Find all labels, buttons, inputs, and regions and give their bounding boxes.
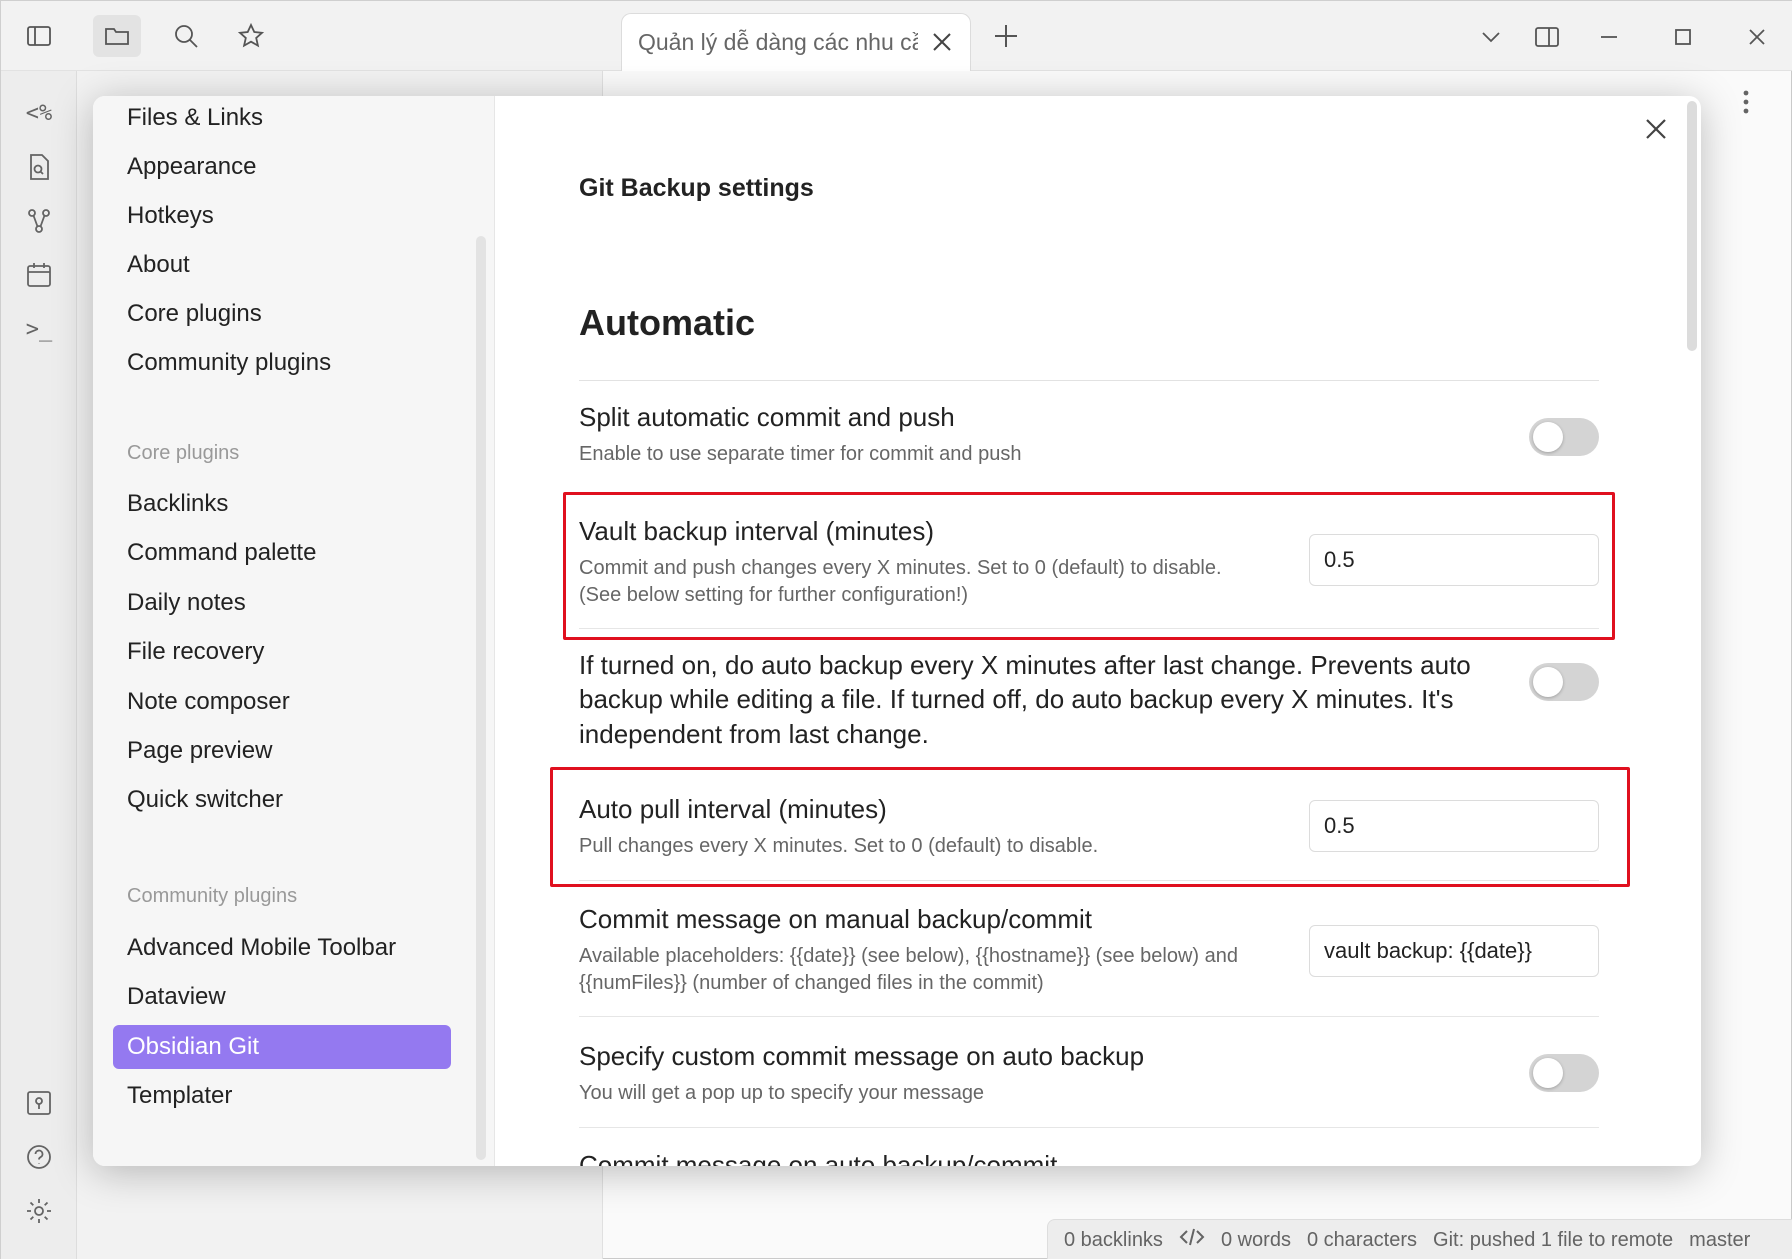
sidebar-scrollbar[interactable] (476, 236, 486, 1160)
close-modal-icon[interactable] (1641, 114, 1675, 148)
setting-commit-message-auto: Commit message on auto backup/commit (579, 1150, 1599, 1166)
sidebar-item-note-composer[interactable]: Note composer (113, 680, 451, 724)
new-tab-icon[interactable] (989, 19, 1023, 53)
close-tab-icon[interactable] (928, 28, 956, 56)
settings-scrollbar[interactable] (1687, 101, 1697, 351)
star-icon[interactable] (227, 15, 275, 57)
toggle-right-sidebar-icon[interactable] (1527, 17, 1567, 57)
setting-name: Commit message on auto backup/commit (579, 1150, 1058, 1166)
settings-sidebar: Files & Links Appearance Hotkeys About C… (93, 96, 495, 1166)
sidebar-item-page-preview[interactable]: Page preview (113, 729, 451, 773)
divider (579, 1127, 1599, 1128)
sidebar-item-quick-switcher[interactable]: Quick switcher (113, 778, 451, 822)
sidebar-item-hotkeys[interactable]: Hotkeys (113, 194, 451, 238)
close-window-icon[interactable] (1737, 17, 1777, 57)
folder-icon[interactable] (93, 15, 141, 57)
sidebar-item-backlinks[interactable]: Backlinks (113, 482, 451, 526)
sidebar-item-file-recovery[interactable]: File recovery (113, 630, 451, 674)
title-bar: Quản lý dễ dàng các nhu cầu (1, 1, 1792, 71)
sidebar-item-templater[interactable]: Templater (113, 1074, 451, 1118)
toggle-sidebar-icon[interactable] (15, 15, 63, 57)
settings-modal: Files & Links Appearance Hotkeys About C… (93, 96, 1701, 1166)
backup-after-last-change-switch[interactable] (1529, 663, 1599, 701)
plugin-settings-title: Git Backup settings (579, 174, 814, 202)
setting-description: Available placeholders: {{date}} (see be… (579, 945, 1238, 994)
tab-title: Quản lý dễ dàng các nhu cầu (638, 29, 918, 55)
chevron-down-icon[interactable] (1471, 17, 1511, 57)
sidebar-item-core-plugins[interactable]: Core plugins (113, 292, 451, 336)
minimize-icon[interactable] (1589, 17, 1629, 57)
divider (579, 1016, 1599, 1017)
setting-description: You will get a pop up to specify your me… (579, 1082, 985, 1104)
setting-name: Split automatic commit and push (579, 402, 955, 432)
highlight-auto-pull-interval (550, 767, 1630, 887)
search-icon[interactable] (162, 15, 210, 57)
maximize-icon[interactable] (1663, 17, 1703, 57)
section-heading-automatic: Automatic (579, 302, 756, 343)
sidebar-item-dataview[interactable]: Dataview (113, 975, 451, 1019)
community-plugins-heading: Community plugins (127, 885, 298, 907)
split-commit-push-switch[interactable] (1529, 418, 1599, 456)
sidebar-item-advanced-mobile-toolbar[interactable]: Advanced Mobile Toolbar (113, 926, 451, 970)
setting-custom-commit-message-auto: Specify custom commit message on auto ba… (579, 1041, 1599, 1141)
sidebar-item-appearance[interactable]: Appearance (113, 145, 451, 189)
commit-message-manual-input[interactable] (1309, 925, 1599, 977)
sidebar-item-community-plugins[interactable]: Community plugins (113, 341, 451, 385)
sidebar-item-daily-notes[interactable]: Daily notes (113, 581, 451, 625)
obsidian-window: Quản lý dễ dàng các nhu cầu <% >_ 0 back… (0, 0, 1792, 1259)
core-plugins-heading: Core plugins (127, 442, 240, 464)
sidebar-item-command-palette[interactable]: Command palette (113, 531, 451, 575)
sidebar-item-files-links[interactable]: Files & Links (113, 96, 451, 140)
setting-name: Specify custom commit message on auto ba… (579, 1041, 1145, 1071)
custom-commit-message-auto-switch[interactable] (1529, 1054, 1599, 1092)
setting-name: If turned on, do auto backup every X min… (579, 650, 1471, 749)
sidebar-item-about[interactable]: About (113, 243, 451, 287)
tab-note[interactable]: Quản lý dễ dàng các nhu cầu (621, 13, 971, 71)
sidebar-item-obsidian-git[interactable]: Obsidian Git (113, 1025, 451, 1069)
divider (579, 380, 1599, 381)
setting-description: Enable to use separate timer for commit … (579, 443, 1022, 465)
highlight-vault-backup-interval (563, 492, 1615, 640)
